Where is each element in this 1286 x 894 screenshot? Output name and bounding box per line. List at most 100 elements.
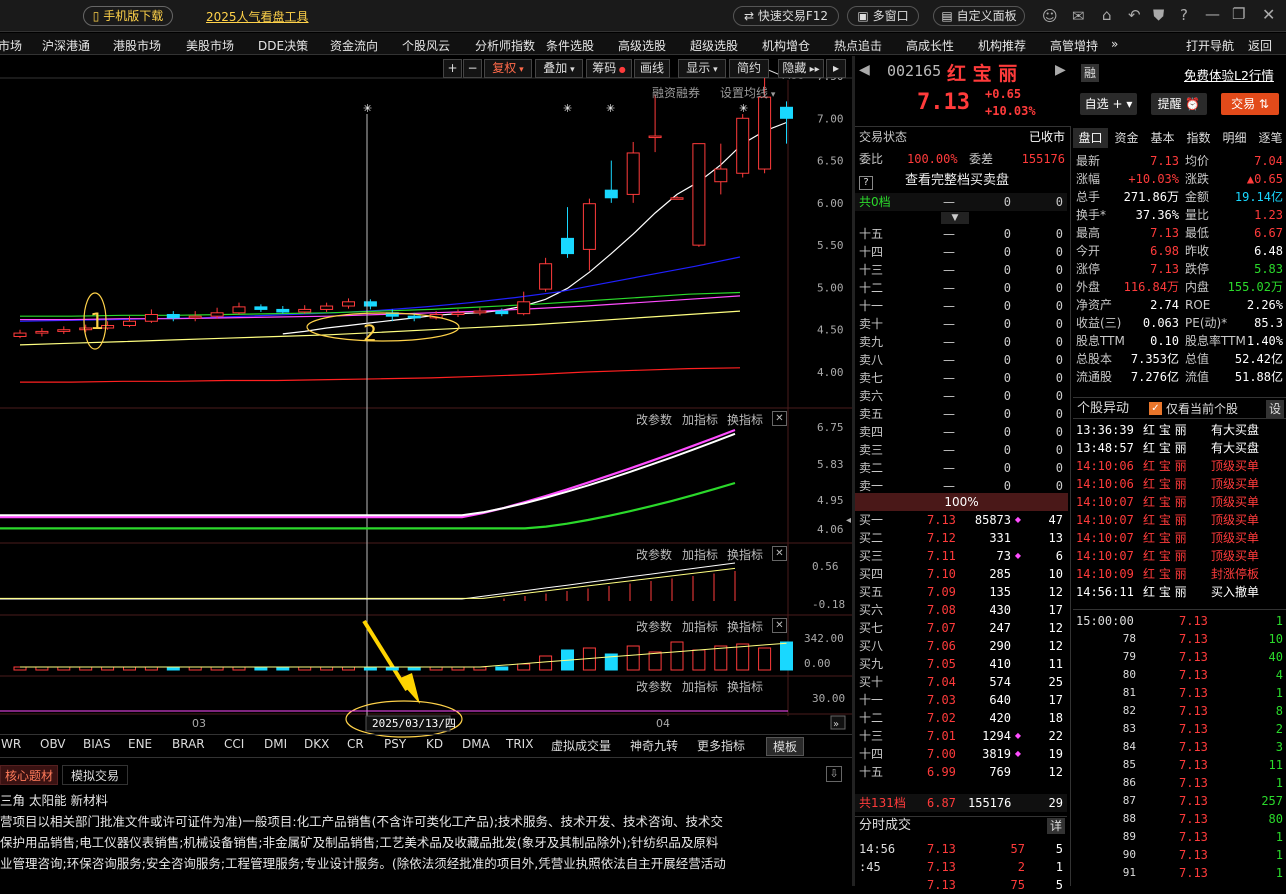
zoom-in-button[interactable]: + [443, 59, 462, 78]
menu-item[interactable]: 美股市场 [186, 37, 234, 54]
menu-item[interactable]: 机构推荐 [978, 37, 1026, 54]
menu-item[interactable]: 分析师指数 [475, 37, 535, 54]
menu-item[interactable]: 机构增仓 [762, 37, 810, 54]
indicator-tab[interactable]: ENE [128, 737, 152, 751]
menu-item[interactable]: 高成长性 [906, 37, 954, 54]
menu-item[interactable]: 沪深港通 [42, 37, 90, 54]
indicator-tab[interactable]: DMI [264, 737, 287, 751]
indicator-tab[interactable]: PSY [384, 737, 406, 751]
yidong-row[interactable]: 14:10:06 红 宝 丽顶级买单 [1073, 475, 1286, 493]
back-link[interactable]: 返回 [1248, 37, 1272, 54]
yidong-row[interactable]: 14:10:06 红 宝 丽顶级买单 [1073, 457, 1286, 475]
indicator-tab[interactable]: KD [426, 737, 443, 751]
user-icon[interactable]: ☺ [1042, 7, 1058, 25]
jianyue-button[interactable]: 简约 [729, 59, 769, 78]
custom-panel-button[interactable]: ▤ 自定义面板 [933, 6, 1025, 26]
add-indicator-button[interactable]: 加指标 [682, 678, 718, 695]
indicator-tab[interactable]: 虚拟成交量 [551, 737, 611, 754]
indicator-tab[interactable]: CCI [224, 737, 244, 751]
info-tab[interactable]: 资金 [1109, 128, 1144, 148]
rongzi-link[interactable]: 融资融券 [652, 84, 700, 101]
yidong-row[interactable]: 14:56:11 红 宝 丽买入撤单 [1073, 583, 1286, 601]
full-book-row[interactable]: ? 查看完整档买卖盘 [859, 172, 1067, 190]
change-param-button[interactable]: 改参数 [636, 618, 672, 635]
reminder-button[interactable]: 提醒 ⏰ [1151, 93, 1207, 115]
indicator-tab[interactable]: DMA [462, 737, 490, 751]
event-marker-icon[interactable]: ✳ [739, 102, 748, 115]
menu-item[interactable]: DDE决策 [258, 37, 308, 54]
info-tab[interactable]: 盘口 [1073, 128, 1108, 148]
close-icon[interactable]: ✕ [772, 411, 787, 426]
diejia-button[interactable]: 叠加 ▾ [535, 59, 583, 78]
event-marker-icon[interactable]: ✳ [363, 102, 372, 115]
open-nav-link[interactable]: 打开导航 [1186, 37, 1234, 54]
fuquan-button[interactable]: 复权 ▾ [484, 59, 532, 78]
change-param-button[interactable]: 改参数 [636, 411, 672, 428]
chouma-button[interactable]: 筹码 ● [586, 59, 632, 78]
switch-indicator-button[interactable]: 换指标 [727, 678, 763, 695]
menu-more[interactable]: » [1111, 37, 1118, 51]
download-icon[interactable]: ⇩ [826, 766, 842, 782]
l2-trial-link[interactable]: 免费体验L2行情 [1184, 65, 1274, 84]
menu-item[interactable]: 港股市场 [113, 37, 161, 54]
expand-arrow-icon[interactable]: ◂ [846, 515, 851, 526]
shirt-icon[interactable]: ⛊ [1153, 6, 1164, 24]
indicator-tab[interactable]: BIAS [83, 737, 111, 751]
change-param-button[interactable]: 改参数 [636, 546, 672, 563]
mail-icon[interactable]: ✉ [1072, 7, 1085, 25]
menu-item[interactable]: 资金流向 [330, 37, 378, 54]
tab-sim-trade[interactable]: 模拟交易 [62, 765, 128, 785]
menu-item[interactable]: 市场 [0, 37, 22, 54]
expand-book-icon[interactable]: ▼ [941, 212, 969, 224]
add-watchlist-button[interactable]: 自选 + ▾ [1080, 93, 1137, 115]
indicator-tab[interactable]: WR [1, 737, 21, 751]
menu-item[interactable]: 热点追击 [834, 37, 882, 54]
menu-item[interactable]: 超级选股 [690, 37, 738, 54]
restore-icon[interactable]: ❐ [1232, 5, 1245, 23]
xianshi-button[interactable]: 显示 ▾ [678, 59, 726, 78]
add-indicator-button[interactable]: 加指标 [682, 411, 718, 428]
info-tab[interactable]: 指数 [1181, 128, 1216, 148]
yidong-row[interactable]: 14:10:07 红 宝 丽顶级买单 [1073, 493, 1286, 511]
yincang-button[interactable]: 隐藏 ▸▸ [778, 59, 824, 78]
indicator-tab[interactable]: TRIX [506, 737, 533, 751]
quick-trade-button[interactable]: ⇄ 快速交易F12 [733, 6, 839, 26]
change-param-button[interactable]: 改参数 [636, 678, 672, 695]
yidong-row[interactable]: 14:10:09 红 宝 丽封涨停板 [1073, 565, 1286, 583]
only-current-checkbox[interactable]: ✓ [1149, 402, 1162, 415]
minimize-icon[interactable]: — [1205, 5, 1220, 23]
indicator-tab[interactable]: BRAR [172, 737, 205, 751]
add-indicator-button[interactable]: 加指标 [682, 546, 718, 563]
home-icon[interactable]: ⌂ [1102, 6, 1112, 24]
close-icon[interactable]: ✕ [772, 618, 787, 633]
info-tab[interactable]: 明细 [1217, 128, 1252, 148]
add-indicator-button[interactable]: 加指标 [682, 618, 718, 635]
menu-item[interactable]: 个股风云 [402, 37, 450, 54]
switch-indicator-button[interactable]: 换指标 [727, 411, 763, 428]
next-stock-icon[interactable]: ▶ [1055, 62, 1066, 78]
event-marker-icon[interactable]: ✳ [563, 102, 572, 115]
event-marker-icon[interactable]: ✳ [606, 102, 615, 115]
help-icon[interactable]: ? [1180, 6, 1188, 24]
collapse-button[interactable]: ▸ [826, 59, 846, 78]
trade-button[interactable]: 交易 ⇅ [1221, 93, 1279, 115]
switch-indicator-button[interactable]: 换指标 [727, 618, 763, 635]
huaxian-button[interactable]: 画线 [634, 59, 670, 78]
zoom-out-button[interactable]: − [463, 59, 482, 78]
kline-chart[interactable]: 7.507.006.506.005.505.004.504.007.59✳✳✳✳… [0, 56, 852, 756]
detail-button[interactable]: 详 [1047, 818, 1065, 834]
indicator-tab[interactable]: 模板 [766, 737, 805, 756]
info-tab[interactable]: 基本 [1145, 128, 1180, 148]
tab-core-topic[interactable]: 核心题材 [0, 765, 58, 785]
settings-button[interactable]: 设 [1266, 400, 1284, 418]
set-ma-link[interactable]: 设置均线 ▾ [720, 84, 775, 101]
multi-window-button[interactable]: ▣ 多窗口 [847, 6, 919, 26]
indicator-tab[interactable]: OBV [40, 737, 66, 751]
indicator-tab[interactable]: DKX [304, 737, 329, 751]
yidong-row[interactable]: 14:10:07 红 宝 丽顶级买单 [1073, 511, 1286, 529]
prev-stock-icon[interactable]: ◀ [859, 62, 870, 78]
promo-link[interactable]: 2025人气看盘工具 [206, 8, 309, 25]
yidong-row[interactable]: 14:10:07 红 宝 丽顶级买单 [1073, 547, 1286, 565]
menu-item[interactable]: 条件选股 [546, 37, 594, 54]
yidong-row[interactable]: 13:48:57 红 宝 丽有大买盘 [1073, 439, 1286, 457]
